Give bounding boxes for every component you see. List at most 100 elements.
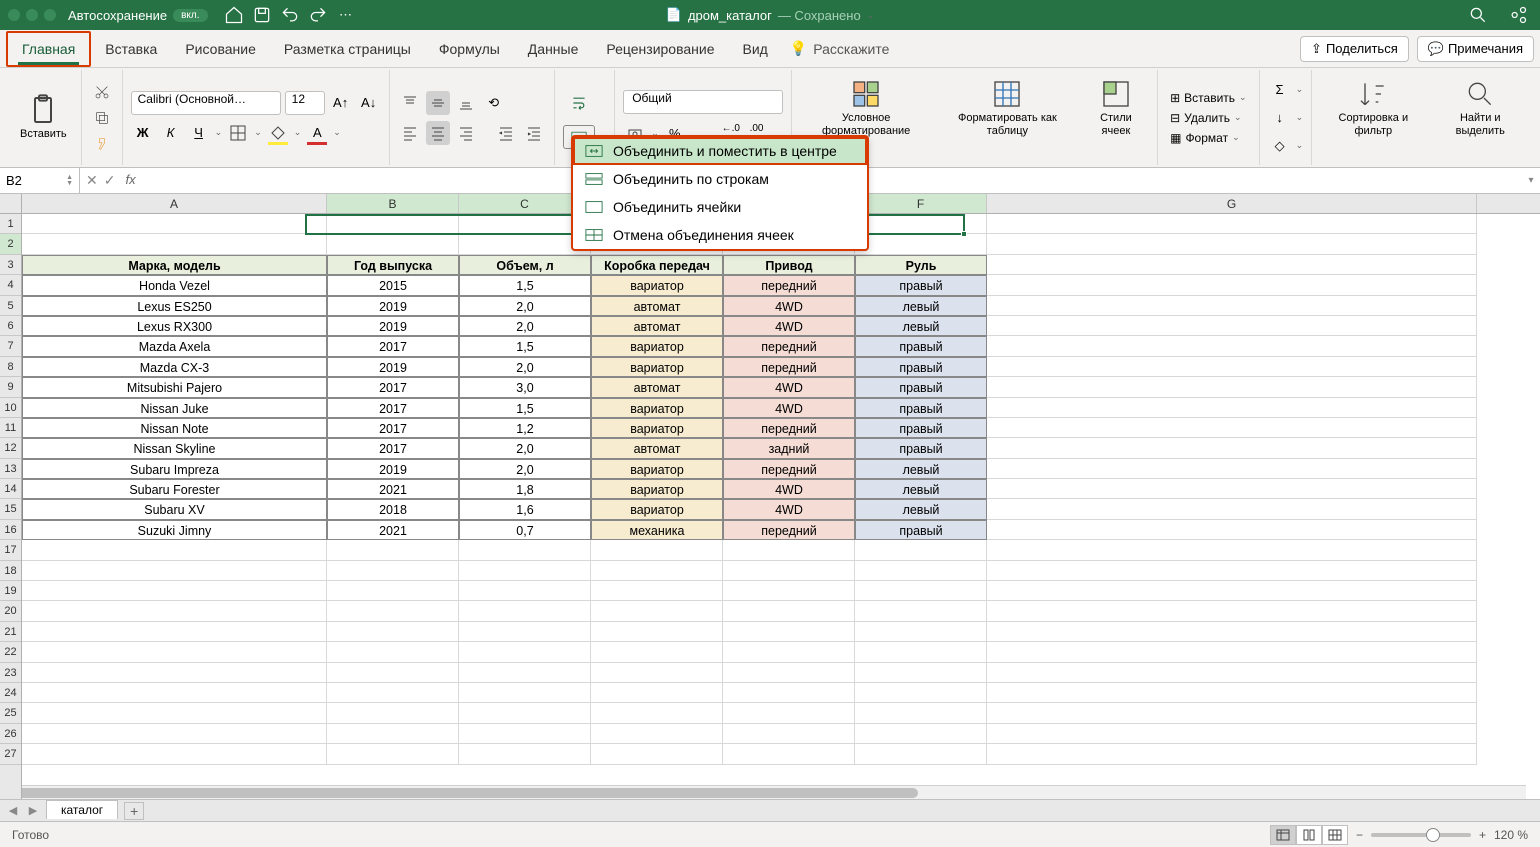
cell-E12[interactable]: задний <box>723 438 855 458</box>
cell-G17[interactable] <box>987 540 1477 560</box>
tell-me[interactable]: 💡 Расскажите <box>790 40 890 57</box>
row-header-4[interactable]: 4 <box>0 275 21 295</box>
row-header-25[interactable]: 25 <box>0 703 21 723</box>
save-icon[interactable] <box>252 5 272 25</box>
cell-B3[interactable]: Год выпуска <box>327 255 459 275</box>
cell-F18[interactable] <box>855 561 987 581</box>
decrease-indent-button[interactable] <box>494 121 518 145</box>
row-header-5[interactable]: 5 <box>0 296 21 316</box>
font-name-select[interactable]: Calibri (Основной… <box>131 91 281 115</box>
horizontal-scrollbar[interactable] <box>0 785 1526 799</box>
cell-F20[interactable] <box>855 601 987 621</box>
fill-chevron-icon[interactable]: ⌄ <box>294 127 302 138</box>
cell-E21[interactable] <box>723 622 855 642</box>
font-color-button[interactable]: А <box>305 121 329 145</box>
cell-G10[interactable] <box>987 398 1477 418</box>
underline-chevron-icon[interactable]: ⌄ <box>215 127 223 138</box>
search-icon[interactable] <box>1468 5 1488 25</box>
cell-A24[interactable] <box>22 683 327 703</box>
spreadsheet[interactable]: ABCDEFG 12345678910111213141516171819202… <box>0 194 1540 799</box>
paste-button[interactable]: Вставить <box>14 90 73 145</box>
cell-B19[interactable] <box>327 581 459 601</box>
cell-C25[interactable] <box>459 703 591 723</box>
sheet-nav-prev[interactable]: ◀ <box>6 804 20 817</box>
cell-B27[interactable] <box>327 744 459 764</box>
tab-draw[interactable]: Рисование <box>171 33 270 65</box>
cell-D18[interactable] <box>591 561 723 581</box>
cell-B10[interactable]: 2017 <box>327 398 459 418</box>
zoom-dot[interactable] <box>44 9 56 21</box>
insert-chevron-icon[interactable]: ⌄ <box>1239 92 1247 103</box>
cell-A8[interactable]: Mazda CX-3 <box>22 357 327 377</box>
tab-data[interactable]: Данные <box>514 33 593 65</box>
cell-G8[interactable] <box>987 357 1477 377</box>
align-bottom-button[interactable] <box>454 91 478 115</box>
cell-B23[interactable] <box>327 663 459 683</box>
sheet-tab-catalog[interactable]: каталог <box>46 800 118 819</box>
cell-C22[interactable] <box>459 642 591 662</box>
cell-F2[interactable] <box>855 234 987 254</box>
col-header-A[interactable]: A <box>22 194 327 213</box>
cell-G27[interactable] <box>987 744 1477 764</box>
zoom-slider[interactable] <box>1371 833 1471 837</box>
cell-G2[interactable] <box>987 234 1477 254</box>
row-header-20[interactable]: 20 <box>0 601 21 621</box>
cell-C12[interactable]: 2,0 <box>459 438 591 458</box>
cell-G25[interactable] <box>987 703 1477 723</box>
tab-review[interactable]: Рецензирование <box>592 33 728 65</box>
cell-styles-button[interactable]: Стили ячеек <box>1083 74 1149 161</box>
cancel-formula-icon[interactable]: ✕ <box>86 172 98 189</box>
cell-C23[interactable] <box>459 663 591 683</box>
cell-A23[interactable] <box>22 663 327 683</box>
row-header-9[interactable]: 9 <box>0 377 21 397</box>
col-header-F[interactable]: F <box>855 194 987 213</box>
cell-E15[interactable]: 4WD <box>723 499 855 519</box>
cell-F21[interactable] <box>855 622 987 642</box>
find-select-button[interactable]: Найти и выделить <box>1435 74 1527 161</box>
delete-chevron-icon[interactable]: ⌄ <box>1234 112 1242 123</box>
row-header-7[interactable]: 7 <box>0 336 21 356</box>
underline-button[interactable]: Ч <box>187 121 211 145</box>
cell-B15[interactable]: 2018 <box>327 499 459 519</box>
cell-G22[interactable] <box>987 642 1477 662</box>
cell-F11[interactable]: правый <box>855 418 987 438</box>
cell-F14[interactable]: левый <box>855 479 987 499</box>
cell-D22[interactable] <box>591 642 723 662</box>
cell-C3[interactable]: Объем, л <box>459 255 591 275</box>
title-chevron-icon[interactable]: ⌄ <box>867 10 875 21</box>
row-header-14[interactable]: 14 <box>0 479 21 499</box>
row-headers[interactable]: 1234567891011121314151617181920212223242… <box>0 214 22 799</box>
row-header-27[interactable]: 27 <box>0 744 21 764</box>
cell-F8[interactable]: правый <box>855 357 987 377</box>
home-icon[interactable] <box>224 5 244 25</box>
cell-D19[interactable] <box>591 581 723 601</box>
cell-C18[interactable] <box>459 561 591 581</box>
decrease-font-button[interactable]: A↓ <box>357 91 381 115</box>
cell-A21[interactable] <box>22 622 327 642</box>
zoom-level[interactable]: 120 % <box>1494 828 1528 842</box>
zoom-in-button[interactable]: + <box>1479 828 1486 842</box>
page-layout-view-button[interactable] <box>1296 825 1322 845</box>
redo-icon[interactable] <box>308 5 328 25</box>
share-button[interactable]: ⇪Поделиться <box>1300 36 1409 62</box>
cell-C19[interactable] <box>459 581 591 601</box>
undo-icon[interactable] <box>280 5 300 25</box>
cells-area[interactable]: Марка, модельГод выпускаОбъем, лКоробка … <box>22 214 1540 799</box>
cell-G4[interactable] <box>987 275 1477 295</box>
cell-C17[interactable] <box>459 540 591 560</box>
cell-B24[interactable] <box>327 683 459 703</box>
minimize-dot[interactable] <box>26 9 38 21</box>
sort-filter-button[interactable]: Сортировка и фильтр <box>1320 74 1426 161</box>
font-color-chevron-icon[interactable]: ⌄ <box>333 127 341 138</box>
cell-A14[interactable]: Subaru Forester <box>22 479 327 499</box>
accept-formula-icon[interactable]: ✓ <box>104 172 116 189</box>
tab-layout[interactable]: Разметка страницы <box>270 33 425 65</box>
row-header-17[interactable]: 17 <box>0 540 21 560</box>
window-controls[interactable] <box>8 9 56 21</box>
cell-E23[interactable] <box>723 663 855 683</box>
borders-button[interactable] <box>226 121 250 145</box>
cell-E26[interactable] <box>723 724 855 744</box>
cell-B16[interactable]: 2021 <box>327 520 459 540</box>
cell-F10[interactable]: правый <box>855 398 987 418</box>
cell-B25[interactable] <box>327 703 459 723</box>
